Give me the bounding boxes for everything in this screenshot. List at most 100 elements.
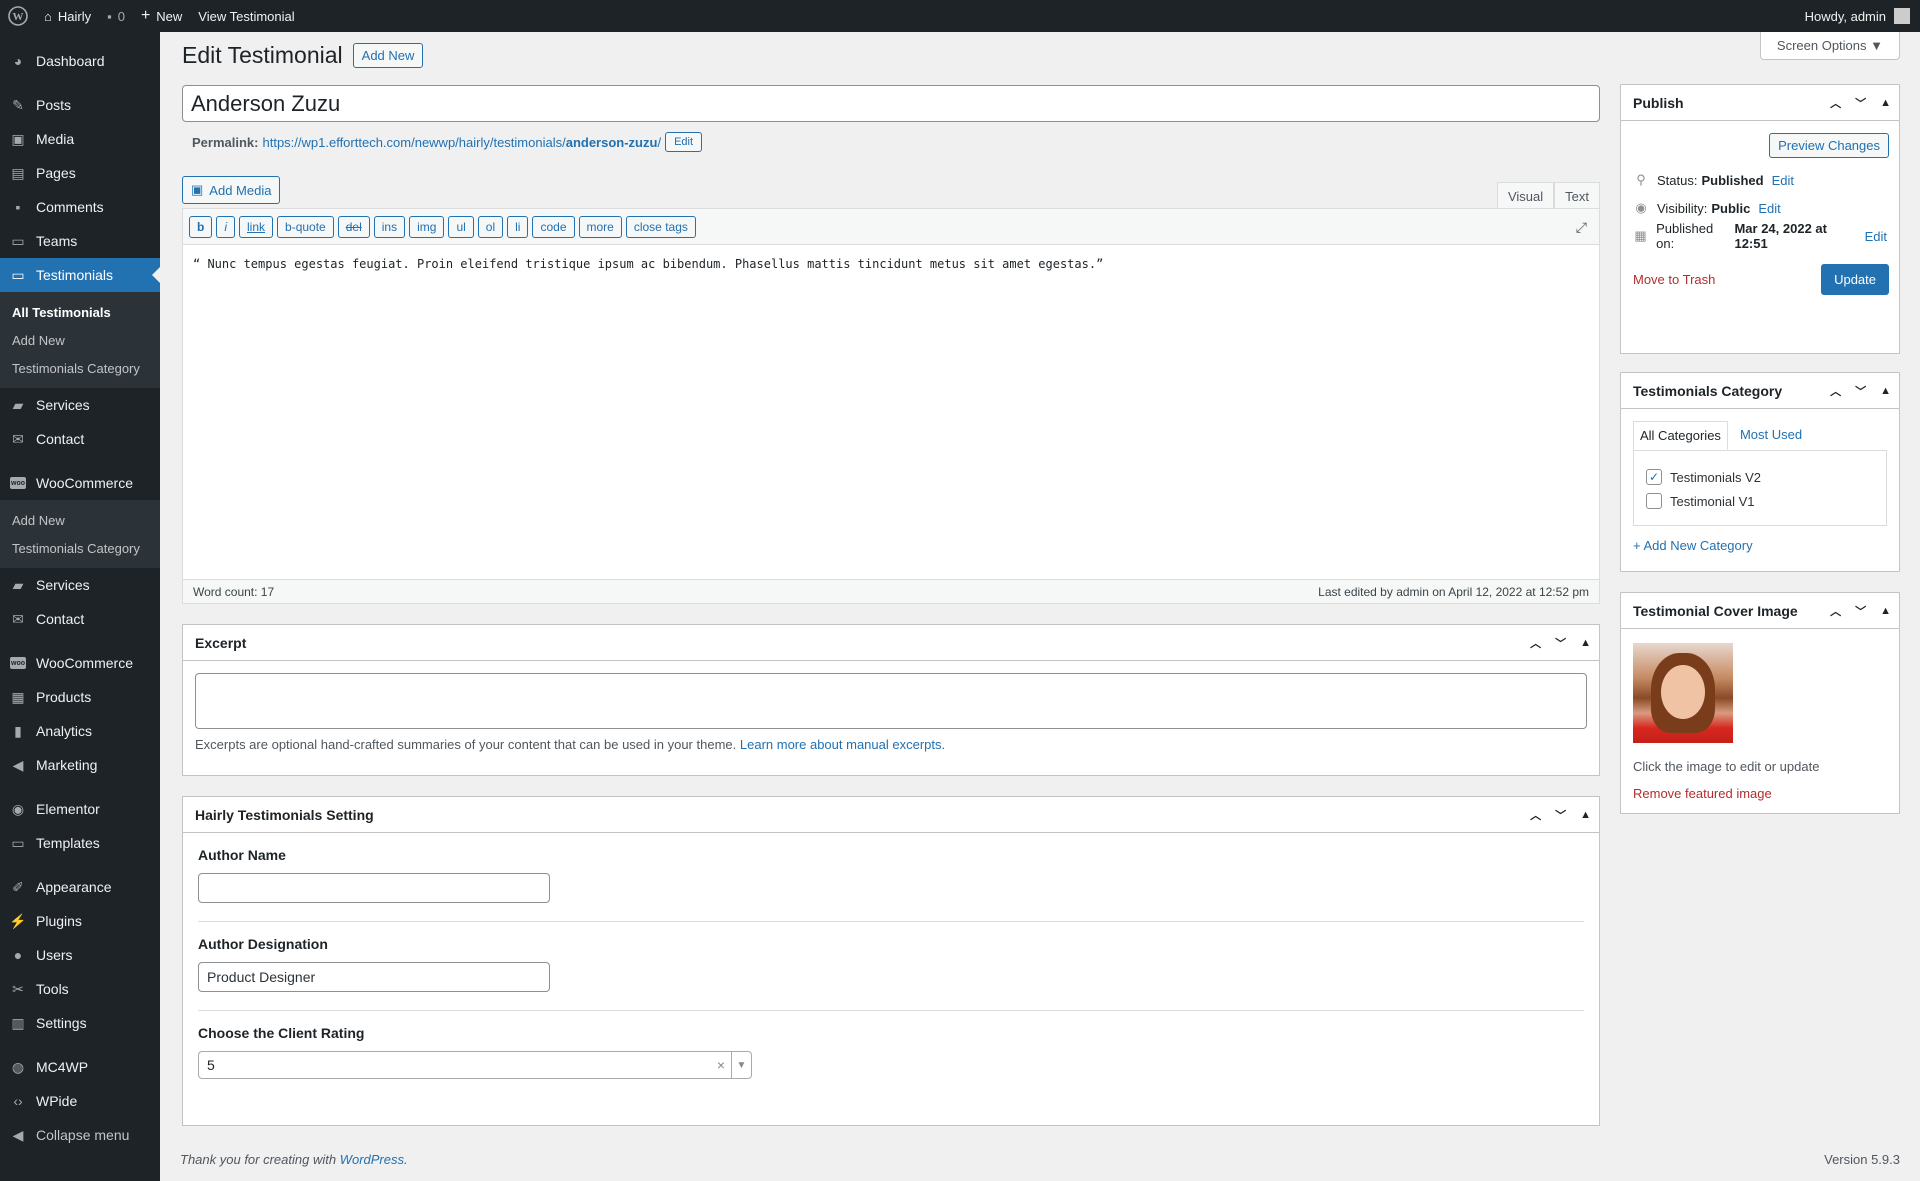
view-testimonial-link[interactable]: View Testimonial [190,0,302,32]
chevron-up-icon[interactable]: ︿ [1530,807,1541,823]
submenu-add-new[interactable]: Add New [0,326,160,354]
menu-contact[interactable]: ✉ Contact [0,422,160,456]
edit-permalink-button[interactable]: Edit [665,132,703,152]
chevron-down-icon[interactable]: ﹀ [1555,635,1566,651]
quicktag-close-tags[interactable]: close tags [625,215,696,238]
submenu-testimonials-category[interactable]: Testimonials Category [0,354,160,382]
menu-dashboard[interactable]: ◕ Dashboard [0,44,160,78]
dropdown-arrow-icon[interactable]: ▼ [731,1052,751,1078]
menu-posts[interactable]: ✎ Posts [0,88,160,122]
category-item[interactable]: ✓ Testimonials V2 [1646,469,1874,485]
add-new-category-link[interactable]: + Add New Category [1633,538,1753,553]
chevron-down-icon[interactable]: ﹀ [1855,95,1866,111]
chevron-down-icon[interactable]: ﹀ [1855,603,1866,619]
menu-products[interactable]: ▦ Products [0,680,160,714]
clear-icon[interactable]: × [717,1057,725,1073]
menu-comments[interactable]: ▪ Comments [0,190,160,224]
settings-header[interactable]: Hairly Testimonials Setting ︿ ﹀ ▲ [183,797,1599,833]
cover-image[interactable] [1633,643,1733,743]
quicktag-ol[interactable]: ol [477,215,504,238]
toggle-triangle-icon[interactable]: ▲ [1580,637,1591,649]
checkbox[interactable] [1646,493,1662,509]
add-new-button[interactable]: Add New [352,43,424,68]
chevron-up-icon[interactable]: ︿ [1830,603,1841,619]
quicktag-more[interactable]: more [578,215,622,238]
move-to-trash-link[interactable]: Move to Trash [1633,272,1715,287]
client-rating-select[interactable]: 5 × ▼ [198,1051,752,1079]
excerpt-help-link[interactable]: Learn more about manual excerpts [740,737,942,752]
menu-plugins[interactable]: ⚡ Plugins [0,904,160,938]
quicktag-b[interactable]: b [189,215,213,238]
menu-users[interactable]: ● Users [0,938,160,972]
chevron-up-icon[interactable]: ︿ [1830,95,1841,111]
collapse-menu-button[interactable]: ◀ Collapse menu [0,1118,160,1152]
menu-testimonials[interactable]: ▭ Testimonials [0,258,160,292]
cover-image-header[interactable]: Testimonial Cover Image ︿ ﹀ ▲ [1621,593,1899,629]
fullscreen-icon[interactable]: ⤢ [1576,219,1587,236]
new-content-link[interactable]: + New [133,0,190,32]
tab-most-used[interactable]: Most Used [1734,421,1808,450]
quicktag-b-quote[interactable]: b-quote [277,215,334,238]
quicktag-del[interactable]: del [337,215,370,238]
post-title-input[interactable]: Anderson Zuzu [182,85,1600,122]
quicktag-link[interactable]: link [239,215,274,238]
menu-contact[interactable]: ✉ Contact [0,602,160,636]
menu-media[interactable]: ▣ Media [0,122,160,156]
quicktag-img[interactable]: img [409,215,445,238]
chevron-down-icon[interactable]: ﹀ [1555,807,1566,823]
chevron-up-icon[interactable]: ︿ [1830,383,1841,399]
tab-visual[interactable]: Visual [1496,182,1555,210]
submenu-testimonials-category[interactable]: Testimonials Category [0,534,160,562]
author-designation-input[interactable]: Product Designer [198,962,550,992]
content-textarea[interactable]: “ Nunc tempus egestas feugiat. Proin ele… [183,245,1599,541]
quicktag-i[interactable]: i [216,215,236,238]
quicktag-ins[interactable]: ins [373,215,406,238]
permalink-link[interactable]: https://wp1.efforttech.com/newwp/hairly/… [262,135,661,150]
site-name-link[interactable]: ⌂ Hairly [36,0,99,32]
tab-all-categories[interactable]: All Categories [1633,421,1728,450]
screen-options-button[interactable]: Screen Options ▼ [1759,32,1900,60]
excerpt-textarea[interactable] [195,673,1587,729]
toggle-triangle-icon[interactable]: ▲ [1880,97,1891,109]
update-button[interactable]: Update [1821,264,1889,295]
toggle-triangle-icon[interactable]: ▲ [1580,809,1591,821]
menu-woocommerce[interactable]: woo WooCommerce [0,466,160,500]
menu-services[interactable]: ▰ Services [0,388,160,422]
menu-mc4wp[interactable]: ◍ MC4WP [0,1050,160,1084]
menu-appearance[interactable]: ✐ Appearance [0,870,160,904]
category-header[interactable]: Testimonials Category ︿ ﹀ ▲ [1621,373,1899,409]
menu-templates[interactable]: ▭ Templates [0,826,160,860]
menu-elementor[interactable]: ◉ Elementor [0,792,160,826]
menu-wpide[interactable]: ‹› WPide [0,1084,160,1118]
chevron-up-icon[interactable]: ︿ [1530,635,1541,651]
menu-services[interactable]: ▰ Services [0,568,160,602]
my-account[interactable]: Howdy, admin [1805,8,1920,24]
menu-tools[interactable]: ✂ Tools [0,972,160,1006]
category-item[interactable]: Testimonial V1 [1646,493,1874,509]
edit-status-link[interactable]: Edit [1772,173,1794,188]
comments-link[interactable]: ▪ 0 [99,0,133,32]
edit-visibility-link[interactable]: Edit [1758,201,1780,216]
submenu-add-new[interactable]: Add New [0,506,160,534]
publish-header[interactable]: Publish ︿ ﹀ ▲ [1621,85,1899,121]
author-name-input[interactable] [198,873,550,903]
menu-teams[interactable]: ▭ Teams [0,224,160,258]
menu-analytics[interactable]: ▮ Analytics [0,714,160,748]
remove-featured-image-link[interactable]: Remove featured image [1633,786,1772,801]
add-media-button[interactable]: ▣ Add Media [182,176,281,204]
excerpt-header[interactable]: Excerpt ︿ ﹀ ▲ [183,625,1599,661]
chevron-down-icon[interactable]: ﹀ [1855,383,1866,399]
quicktag-ul[interactable]: ul [448,215,474,238]
tab-text[interactable]: Text [1554,182,1600,210]
toggle-triangle-icon[interactable]: ▲ [1880,385,1891,397]
quicktag-li[interactable]: li [507,215,529,238]
submenu-all-testimonials[interactable]: All Testimonials [0,298,160,326]
menu-woocommerce[interactable]: woo WooCommerce [0,646,160,680]
edit-date-link[interactable]: Edit [1865,229,1887,244]
menu-marketing[interactable]: ◀ Marketing [0,748,160,782]
menu-pages[interactable]: ▤ Pages [0,156,160,190]
preview-changes-button[interactable]: Preview Changes [1769,133,1889,158]
quicktag-code[interactable]: code [532,215,575,238]
menu-settings[interactable]: ▥ Settings [0,1006,160,1040]
wordpress-link[interactable]: WordPress [340,1152,404,1167]
